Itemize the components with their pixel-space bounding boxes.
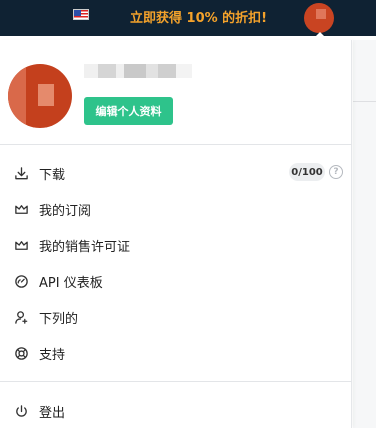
- divider: [0, 144, 352, 145]
- menu-item-subscription[interactable]: 我的订阅: [0, 194, 352, 224]
- crown-icon: [13, 201, 29, 217]
- page-background: [353, 40, 376, 428]
- menu-item-logout[interactable]: 登出: [0, 396, 352, 426]
- lifebuoy-icon: [13, 345, 29, 361]
- crown-icon: [13, 237, 29, 253]
- menu-item-following[interactable]: 下列的: [0, 302, 352, 332]
- power-icon: [13, 403, 29, 419]
- menu-item-label: 支持: [39, 347, 66, 363]
- promo-link[interactable]: 立即获得 10% 的折扣!: [130, 7, 267, 26]
- user-avatar-button[interactable]: [304, 3, 334, 33]
- menu-item-label: 下列的: [39, 311, 79, 327]
- menu-item-api-dashboard[interactable]: API 仪表板: [0, 266, 352, 296]
- help-icon[interactable]: ?: [329, 165, 343, 179]
- edit-profile-button[interactable]: 编辑个人资料: [84, 97, 173, 125]
- gauge-icon: [13, 273, 29, 289]
- download-quota-badge: 0/100: [289, 163, 325, 181]
- us-flag-icon[interactable]: [73, 9, 89, 20]
- menu-item-label: 登出: [39, 405, 66, 421]
- menu-item-label: 下载: [39, 167, 66, 183]
- dropdown-caret: [312, 32, 328, 40]
- download-icon: [13, 165, 29, 181]
- menu-item-support[interactable]: 支持: [0, 338, 352, 368]
- username-blurred: [84, 64, 192, 78]
- promo-bar: 立即获得 10% 的折扣!: [0, 0, 376, 36]
- menu-item-label: 我的订阅: [39, 203, 92, 219]
- menu-item-licenses[interactable]: 我的销售许可证: [0, 230, 352, 260]
- user-follow-icon: [13, 309, 29, 325]
- menu-item-label: 我的销售许可证: [39, 239, 131, 255]
- menu-item-label: API 仪表板: [39, 275, 103, 291]
- avatar: [8, 64, 72, 128]
- divider: [0, 381, 352, 382]
